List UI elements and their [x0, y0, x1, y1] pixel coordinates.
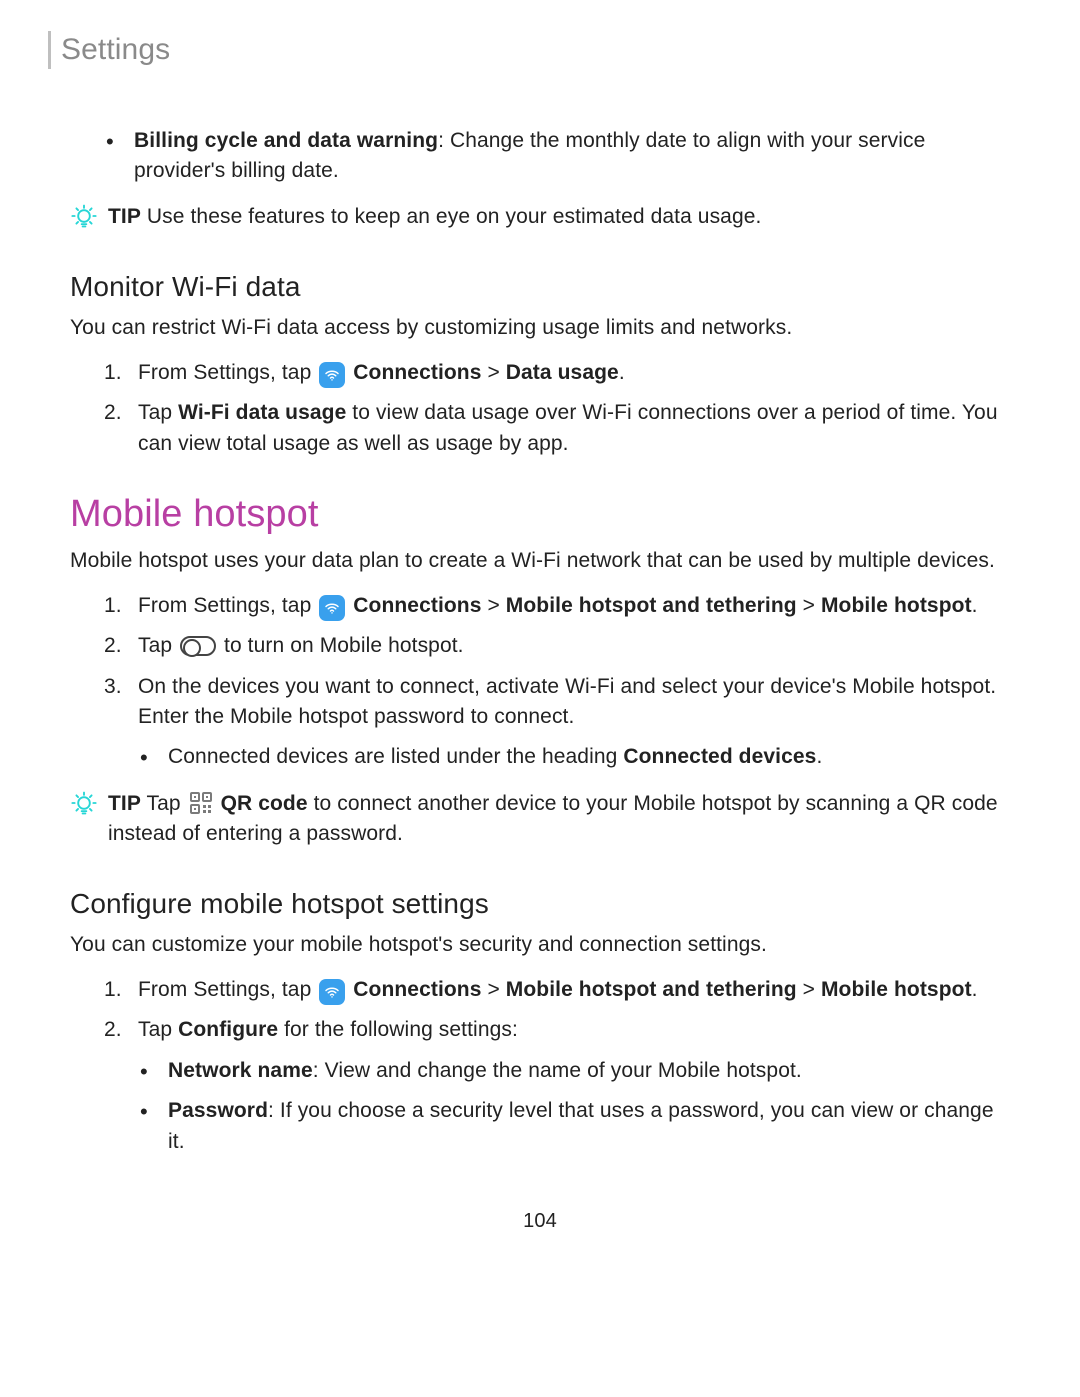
hotspot-heading: Mobile hotspot	[70, 487, 1010, 542]
configure-step1-conn: Connections	[353, 978, 481, 1001]
configure-step1-period: .	[972, 978, 978, 1001]
monitor-step-1: 1. From Settings, tap Connections > Data…	[104, 358, 1010, 388]
step-number: 1.	[104, 591, 122, 621]
configure-step2-bold: Configure	[178, 1018, 278, 1041]
tip1-body: Use these features to keep an eye on you…	[147, 205, 762, 228]
configure-sub2: Password: If you choose a security level…	[138, 1096, 1010, 1157]
monitor-step2-pre: Tap	[138, 401, 178, 424]
header-title: Settings	[61, 28, 170, 72]
hotspot-step3-sub-bold: Connected devices	[623, 745, 816, 768]
tip1-text: TIP Use these features to keep an eye on…	[108, 202, 1010, 232]
hotspot-intro: Mobile hotspot uses your data plan to cr…	[70, 546, 1010, 576]
header-divider	[48, 31, 51, 69]
hotspot-step1-pre: From Settings, tap	[138, 594, 317, 617]
hotspot-step1-p2: Mobile hotspot and tethering	[506, 594, 797, 617]
configure-step2-post: for the following settings:	[278, 1018, 518, 1041]
tip2-label: TIP	[108, 792, 141, 815]
hotspot-step1-period: .	[972, 594, 978, 617]
lightbulb-icon	[70, 202, 98, 230]
hotspot-step2-pre: Tap	[138, 634, 178, 657]
step-number: 2.	[104, 398, 122, 428]
configure-step1-p2: Mobile hotspot and tethering	[506, 978, 797, 1001]
page-number: 104	[70, 1207, 1010, 1236]
hotspot-step3-sub: Connected devices are listed under the h…	[138, 742, 1010, 772]
step-number: 2.	[104, 1015, 122, 1045]
page-header: Settings	[48, 28, 1010, 72]
monitor-step-2: 2. Tap Wi-Fi data usage to view data usa…	[104, 398, 1010, 459]
tip2-bold: QR code	[221, 792, 308, 815]
billing-bullet: Billing cycle and data warning: Change t…	[104, 126, 1010, 187]
tip1-label: TIP	[108, 205, 141, 228]
monitor-intro: You can restrict Wi-Fi data access by cu…	[70, 313, 1010, 343]
configure-step1-p3: Mobile hotspot	[821, 978, 972, 1001]
hotspot-step-1: 1. From Settings, tap Connections > Mobi…	[104, 591, 1010, 621]
configure-sub1-label: Network name	[168, 1059, 313, 1082]
wifi-icon	[319, 595, 345, 621]
hotspot-step3-text: On the devices you want to connect, acti…	[138, 675, 996, 728]
hotspot-step3-sub-pre: Connected devices are listed under the h…	[168, 745, 623, 768]
hotspot-steps: 1. From Settings, tap Connections > Mobi…	[104, 591, 1010, 773]
configure-sub2-text: : If you choose a security level that us…	[168, 1099, 994, 1152]
monitor-step1-period: .	[619, 361, 625, 384]
configure-heading: Configure mobile hotspot settings	[70, 884, 1010, 925]
billing-label: Billing cycle and data warning	[134, 129, 438, 152]
tip2-pre: Tap	[147, 792, 187, 815]
monitor-step1-pre: From Settings, tap	[138, 361, 317, 384]
monitor-step2-bold: Wi-Fi data usage	[178, 401, 346, 424]
configure-step-2: 2. Tap Configure for the following setti…	[104, 1015, 1010, 1157]
wifi-icon	[319, 362, 345, 388]
configure-intro: You can customize your mobile hotspot's …	[70, 930, 1010, 960]
tip-row-2: TIP Tap QR code to connect another devic…	[70, 789, 1010, 850]
configure-sub1: Network name: View and change the name o…	[138, 1056, 1010, 1086]
wifi-icon	[319, 979, 345, 1005]
hotspot-step2-post: to turn on Mobile hotspot.	[218, 634, 464, 657]
step-number: 1.	[104, 358, 122, 388]
tip-row-1: TIP Use these features to keep an eye on…	[70, 202, 1010, 232]
hotspot-step1-sep1: >	[482, 594, 506, 617]
tip2-text: TIP Tap QR code to connect another devic…	[108, 789, 1010, 850]
configure-sub2-label: Password	[168, 1099, 268, 1122]
monitor-steps: 1. From Settings, tap Connections > Data…	[104, 358, 1010, 459]
toggle-icon	[180, 636, 216, 656]
monitor-heading: Monitor Wi-Fi data	[70, 267, 1010, 308]
step-number: 2.	[104, 631, 122, 661]
configure-step-1: 1. From Settings, tap Connections > Mobi…	[104, 975, 1010, 1005]
configure-step2-pre: Tap	[138, 1018, 178, 1041]
step-number: 1.	[104, 975, 122, 1005]
step-number: 3.	[104, 672, 122, 702]
hotspot-step3-sub-period: .	[816, 745, 822, 768]
hotspot-step-2: 2. Tap to turn on Mobile hotspot.	[104, 631, 1010, 661]
hotspot-step1-p3: Mobile hotspot	[821, 594, 972, 617]
monitor-step1-sep: >	[482, 361, 506, 384]
monitor-step1-conn: Connections	[353, 361, 481, 384]
configure-sub1-text: : View and change the name of your Mobil…	[313, 1059, 802, 1082]
lightbulb-icon	[70, 789, 98, 817]
qr-code-icon	[189, 791, 213, 815]
monitor-step1-du: Data usage	[506, 361, 619, 384]
configure-steps: 1. From Settings, tap Connections > Mobi…	[104, 975, 1010, 1157]
configure-step1-pre: From Settings, tap	[138, 978, 317, 1001]
configure-step1-sep2: >	[797, 978, 821, 1001]
hotspot-step1-conn: Connections	[353, 594, 481, 617]
configure-step1-sep1: >	[482, 978, 506, 1001]
hotspot-step-3: 3. On the devices you want to connect, a…	[104, 672, 1010, 773]
hotspot-step1-sep2: >	[797, 594, 821, 617]
